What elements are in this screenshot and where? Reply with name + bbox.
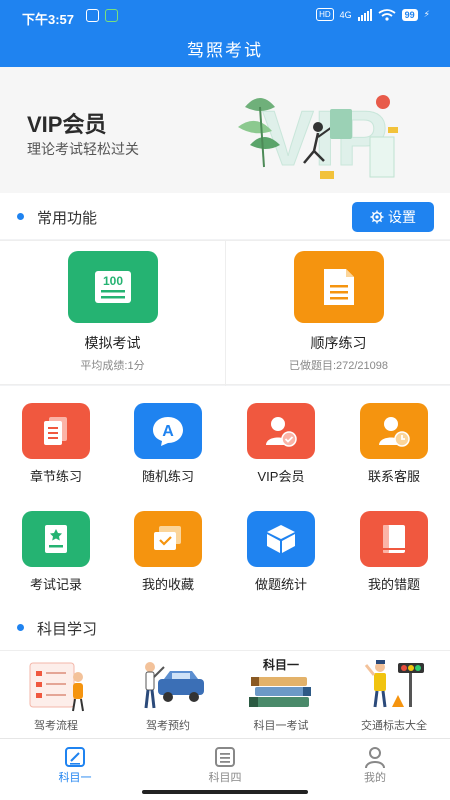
sequential-practice-card[interactable]: 顺序练习 已做题目:272/21098 — [225, 241, 450, 386]
exam-record-icon — [22, 511, 90, 567]
sequential-practice-progress: 已做题目:272/21098 — [288, 360, 389, 372]
signal-icon — [357, 8, 372, 21]
exam-process-label: 驾考流程 — [34, 720, 78, 732]
tab-mine[interactable]: 我的 — [300, 739, 450, 800]
settings-label: 设置 — [388, 209, 416, 225]
vip-member-label: VIP会员 — [257, 469, 305, 484]
chapter-practice-label: 章节练习 — [29, 469, 82, 484]
exam-paper-icon: 100 — [68, 251, 158, 323]
status-bar: 下午3:57 HD 4G 99 ⚡ — [0, 0, 450, 30]
charging-icon: ⚡ — [423, 9, 430, 19]
support-user-icon — [360, 403, 428, 459]
stats-box-icon — [247, 511, 315, 567]
customer-service-button[interactable]: 联系客服 — [338, 386, 450, 486]
common-functions-header: 常用功能 设置 — [0, 193, 450, 239]
exam-appointment-item[interactable]: 驾考预约 — [112, 651, 224, 739]
favorites-button[interactable]: 我的收藏 — [112, 494, 224, 594]
traffic-signs-item[interactable]: 交通标志大全 — [338, 651, 450, 739]
traffic-police-icon — [364, 660, 424, 708]
random-practice-label: 随机练习 — [141, 469, 194, 484]
exam-record-button[interactable]: 考试记录 — [0, 494, 112, 594]
section-dot-icon — [17, 624, 24, 631]
tab-subject-four-label: 科目四 — [208, 772, 242, 784]
mock-exam-score: 平均成绩:1分 — [80, 360, 145, 372]
traffic-signs-label: 交通标志大全 — [361, 720, 427, 732]
random-a-text: A — [162, 423, 174, 440]
exam-appointment-label: 驾考预约 — [146, 720, 190, 732]
subject-study-title: 科目学习 — [37, 621, 98, 638]
books-caption: 科目一 — [263, 657, 299, 672]
subject-one-exam-label: 科目一考试 — [253, 720, 309, 732]
subject-list: 驾考流程 驾考预约 科目一 科目一考试 交通标志大全 — [0, 650, 450, 738]
network-type: 4G — [339, 9, 352, 20]
tab-subject-one[interactable]: 科目一 — [0, 739, 150, 800]
vip-banner[interactable]: VIP会员 理论考试轻松过关 VIP — [0, 67, 450, 193]
random-a-icon: A — [134, 403, 202, 459]
wifi-icon — [378, 8, 396, 21]
tab-subject-one-label: 科目一 — [58, 772, 92, 784]
hd-voice-icon: HD — [316, 8, 334, 21]
favorites-icon — [134, 511, 202, 567]
mock-exam-card[interactable]: 100 模拟考试 平均成绩:1分 — [0, 241, 225, 386]
document-icon — [294, 251, 384, 323]
edit-note-icon — [65, 747, 85, 767]
exam-score-text: 100 — [103, 274, 123, 288]
section-dot-icon — [17, 213, 24, 220]
process-illustration-icon — [29, 662, 84, 712]
question-stats-button[interactable]: 做题统计 — [225, 494, 337, 594]
books-icon: 科目一 — [249, 657, 311, 707]
banner-subtitle: 理论考试轻松过关 — [27, 141, 139, 157]
wrong-book-icon — [360, 511, 428, 567]
subject-study-header: 科目学习 — [0, 604, 450, 650]
common-functions-title: 常用功能 — [37, 210, 98, 227]
banner-art-text: VIP — [262, 94, 388, 182]
user-icon — [365, 747, 385, 769]
top-app-bar: 下午3:57 HD 4G 99 ⚡ 驾照考试 — [0, 0, 450, 67]
favorites-label: 我的收藏 — [141, 577, 194, 592]
exam-process-item[interactable]: 驾考流程 — [0, 651, 112, 739]
car-appointment-icon — [144, 662, 204, 709]
main-features: 100 模拟考试 平均成绩:1分 顺序练习 已做题目:272/21098 — [0, 240, 450, 386]
sequential-practice-label: 顺序练习 — [310, 335, 367, 351]
shield-notification-icon — [86, 9, 99, 22]
vip-illustration-icon: VIP — [238, 94, 398, 183]
random-practice-button[interactable]: A 随机练习 — [112, 386, 224, 486]
settings-button[interactable]: 设置 — [352, 202, 434, 232]
tab-mine-label: 我的 — [364, 772, 386, 784]
home-indicator[interactable] — [142, 790, 308, 794]
wrong-questions-button[interactable]: 我的错题 — [338, 494, 450, 594]
banner-title: VIP会员 — [27, 112, 107, 137]
status-time: 下午3:57 — [22, 12, 75, 27]
mock-exam-label: 模拟考试 — [84, 335, 141, 351]
subject-one-exam-item[interactable]: 科目一 科目一考试 — [225, 651, 337, 739]
list-note-icon — [215, 747, 235, 767]
page-title: 驾照考试 — [187, 41, 263, 60]
gear-icon — [370, 210, 384, 224]
feature-grid: 章节练习 A 随机练习 VIP会员 联系客服 考试记录 我的收藏 做题统计 我的… — [0, 386, 450, 604]
wrong-questions-label: 我的错题 — [367, 577, 420, 592]
question-stats-label: 做题统计 — [254, 577, 307, 592]
chapter-pages-icon — [22, 403, 90, 459]
app-notification-icon — [105, 9, 118, 22]
exam-record-label: 考试记录 — [29, 577, 82, 592]
vip-member-button[interactable]: VIP会员 — [225, 386, 337, 486]
vip-user-icon — [247, 403, 315, 459]
customer-service-label: 联系客服 — [367, 469, 420, 484]
battery-icon: 99 — [401, 8, 418, 21]
chapter-practice-button[interactable]: 章节练习 — [0, 386, 112, 486]
